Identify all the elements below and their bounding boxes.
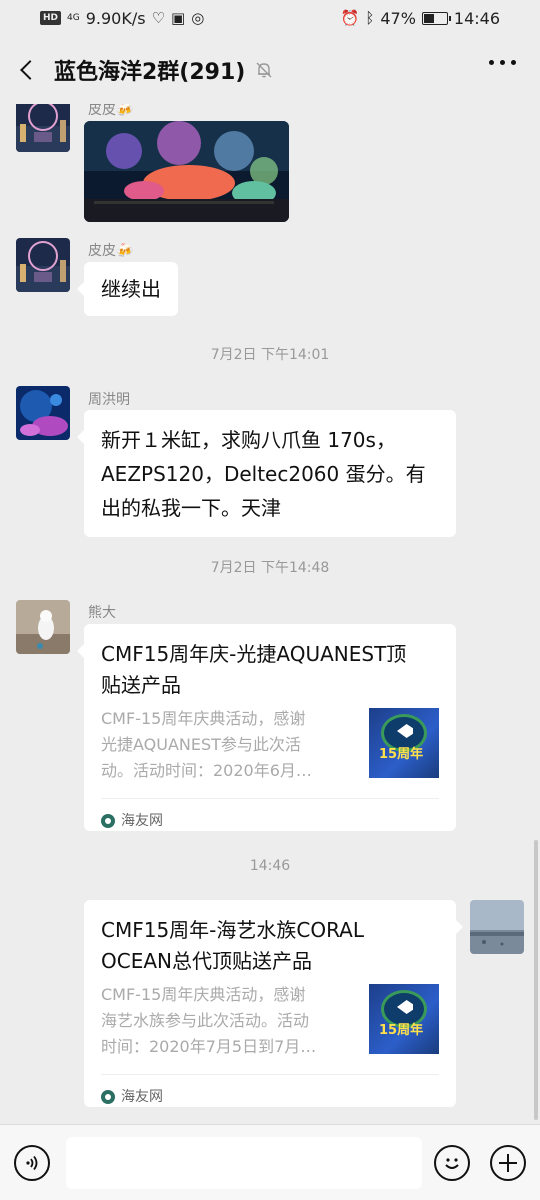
app-notification-icon-2: ◎ [191, 9, 205, 27]
smiley-icon [445, 1158, 459, 1169]
more-options-button[interactable] [489, 60, 516, 65]
avatar-pipi[interactable] [16, 104, 70, 152]
app-notification-icon: ▣ [171, 9, 186, 27]
battery-icon [421, 11, 451, 25]
message-text: 继续出 [101, 277, 161, 301]
card-source: 海友网 [101, 804, 163, 838]
card-desc-line: 海艺水族参与此次活动。活动 [101, 1011, 310, 1030]
source-logo-icon [101, 1090, 115, 1104]
back-button[interactable] [0, 36, 54, 104]
text-bubble[interactable]: 新开１米缸，求购八爪鱼 170s， AEZPS120，Deltec2060 蛋分… [77, 410, 456, 537]
source-name: 海友网 [121, 1089, 163, 1105]
time-separator: 14:46 [249, 858, 291, 874]
avatar-zhouhongming[interactable] [16, 386, 70, 440]
time-separator: 7月2日 下午14:48 [210, 560, 330, 576]
sender-name: 周洪明 [88, 392, 130, 408]
avatar-self[interactable] [470, 900, 524, 954]
scrollbar[interactable] [534, 840, 538, 1120]
avatar-xiongda[interactable] [16, 600, 70, 654]
card-desc-line: CMF-15周年庆典活动，感谢 [101, 985, 306, 1004]
voice-icon [26, 1155, 38, 1171]
back-chevron-icon [20, 60, 40, 80]
card-divider [101, 1074, 439, 1075]
mute-bell-icon [255, 61, 273, 79]
card-title-line: OCEAN总代顶贴送产品 [101, 949, 312, 973]
voice-input-button[interactable] [14, 1145, 50, 1181]
message-list[interactable]: 皮皮🍻 皮皮🍻 继续出 7月2日 下午14:01 周洪明 新开１米缸，求购八爪鱼… [0, 104, 540, 1124]
card-title-line: CMF15周年-海艺水族CORAL [101, 918, 365, 942]
text-bubble[interactable]: 继续出 [77, 262, 178, 316]
source-logo-icon [101, 814, 115, 828]
more-functions-button[interactable] [490, 1145, 526, 1181]
network-speed: 9.90K/s [85, 8, 146, 28]
clock: 14:46 [453, 8, 500, 28]
card-desc-line: CMF-15周年庆典活动，感谢 [101, 709, 306, 728]
time-separator: 7月2日 下午14:01 [210, 347, 330, 363]
signal-icon: 4G [67, 12, 80, 23]
sender-name: 皮皮🍻 [88, 243, 134, 259]
hd-badge: HD [40, 11, 62, 25]
card-desc-line: 时间：2020年7月5日到7月… [101, 1037, 317, 1056]
card-thumbnail: 15周年 [369, 984, 439, 1054]
card-source: 海友网 [101, 1080, 163, 1114]
alarm-icon: ⏰ [340, 9, 360, 27]
card-thumbnail: 15周年 [369, 708, 439, 778]
message-text-line: 新开１米缸，求购八爪鱼 170s， [101, 428, 396, 452]
heart-icon: ♡ [151, 9, 166, 27]
message-input[interactable] [66, 1137, 422, 1189]
source-name: 海友网 [121, 813, 163, 829]
card-divider [101, 798, 439, 799]
avatar-pipi[interactable] [16, 238, 70, 292]
link-card-self[interactable]: CMF15周年-海艺水族CORAL OCEAN总代顶贴送产品 CMF-15周年庆… [84, 900, 463, 1107]
coral-photo[interactable] [84, 121, 289, 222]
card-desc-line: 光捷AQUANEST参与此次活 [101, 735, 301, 754]
input-bar [0, 1124, 540, 1200]
message-text-line: AEZPS120，Deltec2060 蛋分。有 [101, 462, 426, 486]
status-bar: HD 4G 9.90K/s ♡ ▣ ◎ ⏰ ᛒ 47% 14:46 [0, 0, 540, 36]
sender-name: 皮皮🍻 [88, 104, 134, 118]
chat-title: 蓝色海洋2群(291) [54, 60, 246, 85]
battery-percent: 47% [380, 8, 416, 28]
message-text-line: 出的私我一下。天津 [101, 496, 281, 520]
bluetooth-icon: ᛒ [365, 9, 375, 27]
chat-header: 蓝色海洋2群(291) [0, 36, 540, 104]
thumbnail-label: 15周年 [379, 1023, 424, 1038]
link-card[interactable]: CMF15周年庆-光捷AQUANEST顶 贴送产品 CMF-15周年庆典活动，感… [77, 624, 456, 831]
thumbnail-label: 15周年 [379, 747, 424, 762]
card-title-line: 贴送产品 [101, 673, 181, 697]
card-title-line: CMF15周年庆-光捷AQUANEST顶 [101, 642, 407, 666]
card-desc-line: 动。活动时间：2020年6月… [101, 761, 312, 780]
sender-name: 熊大 [88, 605, 116, 621]
emoji-button[interactable] [434, 1145, 470, 1181]
